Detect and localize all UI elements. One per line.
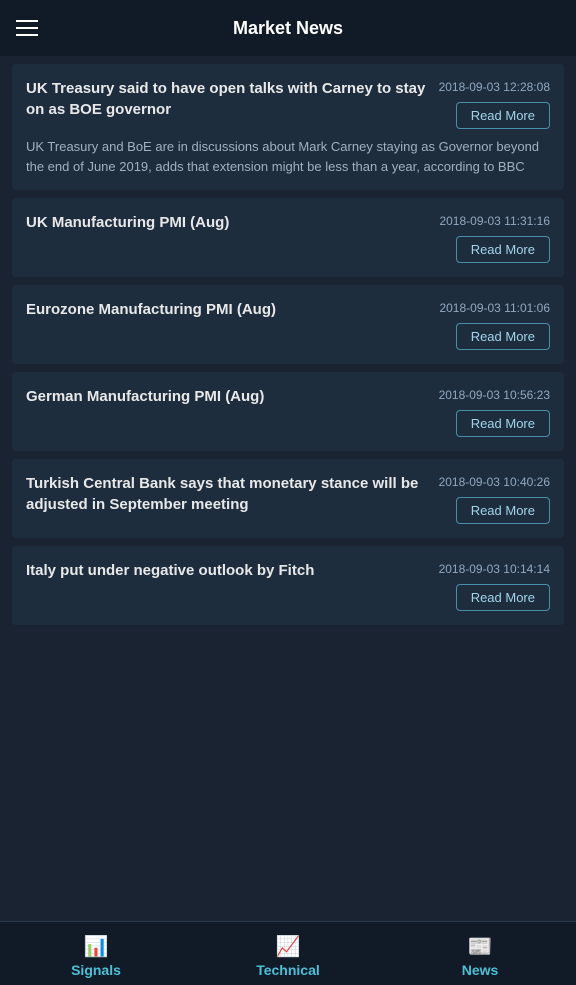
news-timestamp: 2018-09-03 12:28:08: [439, 80, 550, 94]
technical-icon: 📈: [276, 934, 301, 959]
news-timestamp: 2018-09-03 11:31:16: [439, 214, 550, 228]
news-card-header: German Manufacturing PMI (Aug) 2018-09-03…: [26, 386, 550, 437]
read-more-button[interactable]: Read More: [456, 236, 550, 263]
news-card: UK Manufacturing PMI (Aug) 2018-09-03 11:…: [12, 198, 564, 277]
nav-technical[interactable]: 📈 Technical: [192, 922, 384, 985]
nav-news[interactable]: 📰 News: [384, 922, 576, 985]
news-title: Italy put under negative outlook by Fitc…: [26, 560, 429, 581]
content-area: UK Treasury said to have open talks with…: [0, 56, 576, 703]
news-timestamp: 2018-09-03 10:14:14: [439, 562, 550, 576]
news-list: UK Treasury said to have open talks with…: [0, 56, 576, 633]
news-title: Eurozone Manufacturing PMI (Aug): [26, 299, 429, 320]
read-more-button[interactable]: Read More: [456, 584, 550, 611]
news-icon: 📰: [468, 934, 493, 959]
technical-label: Technical: [256, 962, 320, 978]
read-more-button[interactable]: Read More: [456, 410, 550, 437]
news-timestamp: 2018-09-03 11:01:06: [439, 301, 550, 315]
news-card: Eurozone Manufacturing PMI (Aug) 2018-09-…: [12, 285, 564, 364]
news-nav-label: News: [462, 962, 499, 978]
header-title: Market News: [233, 18, 343, 39]
news-title: UK Manufacturing PMI (Aug): [26, 212, 429, 233]
news-title: Turkish Central Bank says that monetary …: [26, 473, 429, 515]
read-more-button[interactable]: Read More: [456, 323, 550, 350]
header: Market News: [0, 0, 576, 56]
signals-icon: 📊: [84, 934, 109, 959]
news-title: UK Treasury said to have open talks with…: [26, 78, 429, 120]
read-more-button[interactable]: Read More: [456, 102, 550, 129]
news-card-header: Italy put under negative outlook by Fitc…: [26, 560, 550, 611]
news-title: German Manufacturing PMI (Aug): [26, 386, 429, 407]
news-card-header: Turkish Central Bank says that monetary …: [26, 473, 550, 524]
news-card: German Manufacturing PMI (Aug) 2018-09-03…: [12, 372, 564, 451]
bottom-nav: 📊 Signals 📈 Technical 📰 News: [0, 921, 576, 985]
news-card-header: UK Manufacturing PMI (Aug) 2018-09-03 11:…: [26, 212, 550, 263]
news-body: UK Treasury and BoE are in discussions a…: [26, 137, 550, 176]
news-timestamp: 2018-09-03 10:40:26: [439, 475, 550, 489]
news-timestamp: 2018-09-03 10:56:23: [439, 388, 550, 402]
news-card: Italy put under negative outlook by Fitc…: [12, 546, 564, 625]
news-card-header: Eurozone Manufacturing PMI (Aug) 2018-09-…: [26, 299, 550, 350]
read-more-button[interactable]: Read More: [456, 497, 550, 524]
news-card: UK Treasury said to have open talks with…: [12, 64, 564, 190]
menu-button[interactable]: [16, 20, 38, 36]
news-card-header: UK Treasury said to have open talks with…: [26, 78, 550, 129]
nav-signals[interactable]: 📊 Signals: [0, 922, 192, 985]
signals-label: Signals: [71, 962, 121, 978]
news-card: Turkish Central Bank says that monetary …: [12, 459, 564, 538]
